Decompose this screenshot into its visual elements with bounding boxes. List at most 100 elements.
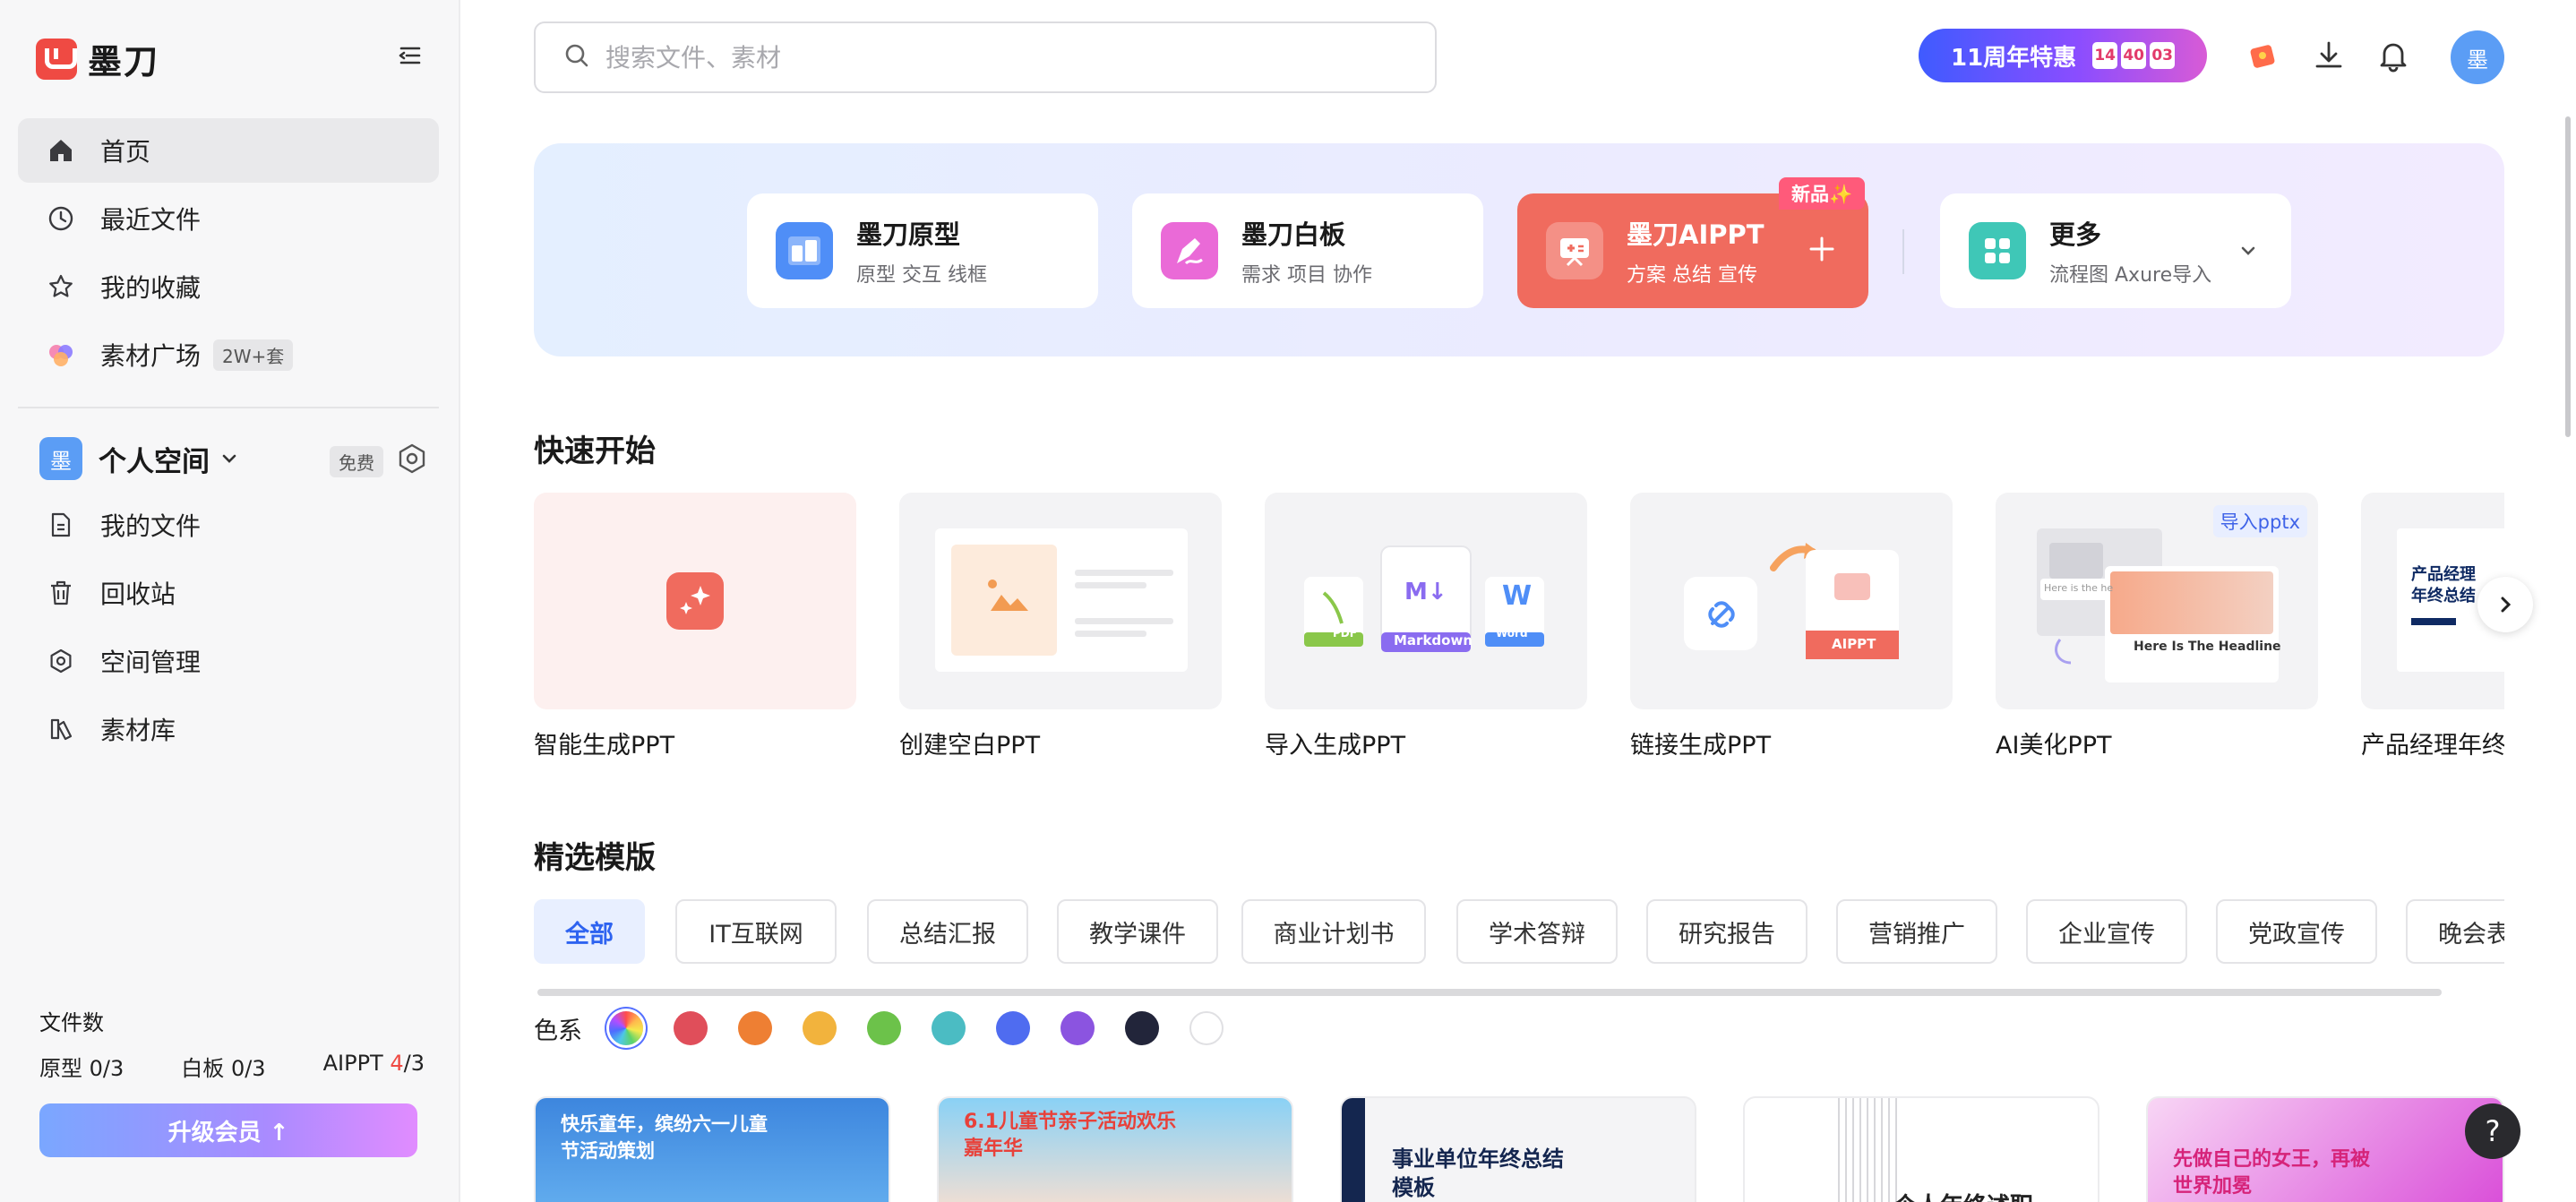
template-card[interactable]: 个人年终述职 [1743,1096,2099,1202]
user-avatar[interactable]: 墨 [2451,30,2504,84]
pm-thumb-title: 产品经理年终总结 [2411,565,2476,605]
help-button[interactable]: ? [2465,1103,2520,1159]
nav-favorites[interactable]: 我的收藏 [18,254,439,319]
sidebar-divider [18,407,439,408]
space-settings-icon[interactable] [394,441,430,477]
page-scrollbar[interactable] [2565,116,2571,437]
nav-material-square[interactable]: 素材广场 2W+套 [18,322,439,387]
color-swatch-blue[interactable] [996,1011,1030,1045]
clock-icon [45,202,77,235]
template-title: 先做自己的女王，再被世界加冕 [2173,1148,2371,1198]
home-icon [45,134,77,167]
upgrade-button[interactable]: 升级会员 ↑ [39,1103,417,1157]
tabs-scrollbar[interactable] [537,989,2442,996]
tab-all[interactable]: 全部 [534,899,645,964]
color-swatch-yellow[interactable] [803,1011,837,1045]
color-swatch-navy[interactable] [1125,1011,1159,1045]
tab-marketing[interactable]: 营销推广 [1836,899,1997,964]
product-whiteboard[interactable]: 墨刀白板 需求 项目 协作 [1132,193,1483,308]
template-card[interactable]: 事业单位年终总结模板 [1340,1096,1696,1202]
quick-start-thumb [534,493,856,709]
timer-seconds: 03 [2150,42,2176,69]
file-count-title: 文件数 [39,1010,104,1035]
prototype-icon [776,222,833,279]
product-prototype[interactable]: 墨刀原型原型 交互 线框 [747,193,1098,308]
bell-icon[interactable] [2375,38,2411,73]
color-filter-label: 色系 [534,1017,582,1045]
tab-gala[interactable]: 晚会表演 [2406,899,2504,964]
quick-start-card-ai[interactable]: 智能生成PPT [534,493,856,760]
product-more[interactable]: 更多 流程图 Axure导入 [1940,193,2291,308]
proto-count: 原型 0/3 [39,1056,125,1081]
nav-trash-label: 回收站 [100,580,176,609]
download-icon[interactable] [2311,38,2347,73]
tab-government[interactable]: 党政宣传 [2216,899,2377,964]
nav-library[interactable]: 素材库 [18,697,439,761]
quick-start-card-beautify[interactable]: 导入pptx Here is the he Here Is The Headli… [1996,493,2318,760]
product-banner: 墨刀原型原型 交互 线框 墨刀白板 需求 项目 协作 墨刀AIPPT 方案 总结 宣… [534,143,2504,356]
gift-icon[interactable] [2245,38,2280,73]
nav-home[interactable]: 首页 [18,118,439,183]
template-card[interactable]: 先做自己的女王，再被世界加冕 [2146,1096,2504,1202]
quick-start-label: 导入生成PPT [1265,732,1406,760]
chevron-down-icon[interactable] [2236,238,2261,263]
markdown-glyph: M↓ [1404,579,1447,605]
product-name: 墨刀原型 [856,219,961,250]
nav-recent[interactable]: 最近文件 [18,186,439,251]
color-filter: 色系 [534,1007,1254,1050]
product-aippt[interactable]: 墨刀AIPPT 方案 总结 宣传 新品✨ [1517,177,1868,308]
template-title: 快乐童年，缤纷六一儿童节活动策划 [561,1113,768,1162]
quick-start-card-pm-report[interactable]: 产品经理年终总结 产品经理年终 [2361,493,2504,760]
product-name: 更多 [2049,219,2102,250]
nav-library-label: 素材库 [100,716,176,745]
quick-start-list: 智能生成PPT 创建空白PPT PDF Markdown Word M↓ W 导… [534,493,2504,761]
color-swatch-cyan[interactable] [932,1011,966,1045]
space-avatar: 墨 [39,437,82,480]
anniversary-promo[interactable]: 11周年特惠 14 40 03 [1919,29,2207,82]
tab-academic[interactable]: 学术答辩 [1456,899,1618,964]
nav-trash[interactable]: 回收站 [18,561,439,625]
aippt-count: AIPPT 4/3 [322,1051,425,1076]
tab-business-plan[interactable]: 商业计划书 [1241,899,1426,964]
tab-research[interactable]: 研究报告 [1646,899,1807,964]
settings-hex-icon [45,645,77,677]
templates-title: 精选模版 [534,840,656,876]
nav-space-manage[interactable]: 空间管理 [18,629,439,693]
color-swatch-red[interactable] [674,1011,708,1045]
color-swatch-green[interactable] [867,1011,901,1045]
color-swatch-orange[interactable] [738,1011,772,1045]
tab-teaching[interactable]: 教学课件 [1057,899,1218,964]
product-desc: 方案 总结 宣传 [1627,264,1757,287]
timer-minutes: 40 [2121,42,2147,69]
collapse-sidebar-icon[interactable] [394,39,426,72]
space-switcher[interactable]: 墨 个人空间 免费 [18,426,439,491]
nav-favorites-label: 我的收藏 [100,273,202,303]
color-swatch-purple[interactable] [1060,1011,1095,1045]
quick-start-card-blank[interactable]: 创建空白PPT [899,493,1222,760]
trash-icon [45,577,77,609]
search-input[interactable] [605,42,1412,73]
product-desc: 原型 交互 线框 [856,264,987,287]
tab-it[interactable]: IT互联网 [675,899,837,964]
template-card[interactable]: 快乐童年，缤纷六一儿童节活动策划 [534,1096,890,1202]
scroll-right-button[interactable] [2477,577,2533,632]
nav-my-files[interactable]: 我的文件 [18,493,439,557]
color-swatch-white[interactable] [1189,1011,1224,1045]
quick-start-card-link[interactable]: AIPPT 链接生成PPT [1630,493,1953,760]
file-count-row: 原型 0/3 白板 0/3 AIPPT 4/3 [39,1051,425,1082]
template-title: 个人年终述职 [1893,1188,2033,1202]
tab-summary[interactable]: 总结汇报 [867,899,1028,964]
color-swatch-all[interactable] [609,1011,643,1045]
search-box[interactable] [534,21,1437,93]
markdown-badge: Markdown [1394,632,1473,648]
quick-start-label: 智能生成PPT [534,732,675,760]
template-card[interactable]: 6.1儿童节亲子活动欢乐嘉年华 [937,1096,1293,1202]
space-name: 个人空间 [99,445,210,478]
quick-start-card-import[interactable]: PDF Markdown Word M↓ W 导入生成PPT [1265,493,1587,760]
app-logo[interactable]: 墨刀 [36,34,159,83]
tab-corporate[interactable]: 企业宣传 [2026,899,2187,964]
chevron-down-icon[interactable] [219,448,240,469]
search-icon [562,41,591,73]
promo-label: 11周年特惠 [1951,44,2077,72]
plus-icon[interactable] [1806,233,1838,265]
